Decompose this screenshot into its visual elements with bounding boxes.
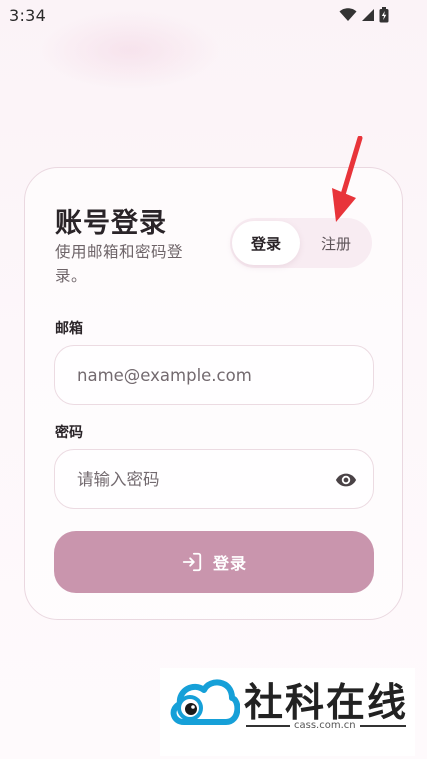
password-input[interactable] <box>77 450 317 508</box>
signal-icon <box>362 9 374 21</box>
annotation-arrow-icon <box>332 136 363 222</box>
watermark-url: cass.com.cn <box>290 720 360 731</box>
login-arrow-icon <box>182 552 202 572</box>
status-icons <box>339 7 389 23</box>
card-subtitle: 使用邮箱和密码登录。 <box>55 243 184 285</box>
email-input[interactable] <box>77 346 317 404</box>
eye-icon[interactable] <box>335 469 357 491</box>
login-submit-label: 登录 <box>212 556 247 573</box>
card-title: 账号登录 <box>55 208 167 239</box>
wifi-icon <box>339 8 357 21</box>
login-submit-button[interactable]: 登录 <box>54 531 374 593</box>
battery-icon <box>379 7 389 23</box>
password-label: 密码 <box>55 425 83 441</box>
cloud-eye-logo-icon <box>170 679 240 725</box>
status-time: 3:34 <box>9 5 47 25</box>
watermark: 社科在线 cass.com.cn <box>160 668 415 756</box>
status-bar: 3:34 <box>0 0 427 30</box>
email-label: 邮箱 <box>55 321 83 337</box>
tab-login[interactable]: 登录 <box>232 221 300 265</box>
password-field-box <box>54 449 374 509</box>
tab-register[interactable]: 注册 <box>302 221 370 265</box>
email-field-box <box>54 345 374 405</box>
login-card: 账号登录 使用邮箱和密码登录。 登录 注册 邮箱 密码 登录 <box>24 167 403 620</box>
